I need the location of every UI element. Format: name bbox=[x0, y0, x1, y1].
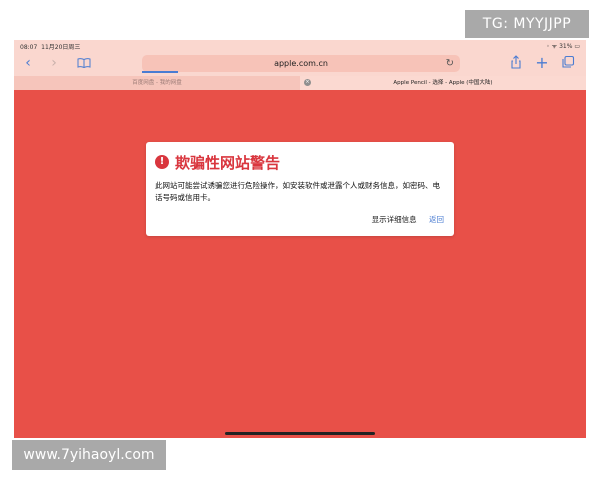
dialog-header: ! 欺骗性网站警告 bbox=[155, 152, 280, 172]
watermark-bottom: www.7yihaoyl.com bbox=[12, 440, 166, 470]
tab-bar: 百度网盘 - 我的网盘 Apple Pencil - 选择 - Apple (中… bbox=[14, 76, 586, 90]
battery-level: 31% bbox=[559, 43, 573, 50]
back-button[interactable]: 返回 bbox=[429, 215, 444, 224]
tabs-icon[interactable] bbox=[560, 55, 576, 71]
battery-icon: ▭ bbox=[574, 43, 580, 50]
url-text: apple.com.cn bbox=[274, 59, 328, 68]
status-bar: 08:07 11月20日周三 ◦ ᯤ 31% ▭ bbox=[14, 40, 586, 52]
tab-apple-pencil[interactable]: Apple Pencil - 选择 - Apple (中国大陆) bbox=[300, 76, 586, 90]
status-time: 08:07 11月20日周三 bbox=[20, 44, 81, 51]
chevron-right-icon[interactable]: › bbox=[46, 55, 62, 71]
tab-baidu-pan[interactable]: 百度网盘 - 我的网盘 bbox=[14, 76, 300, 90]
browser-toolbar: ‹ › apple.com.cn ↻ + bbox=[14, 52, 586, 76]
show-details-button[interactable]: 显示详细信息 bbox=[372, 215, 417, 224]
home-indicator[interactable] bbox=[225, 432, 375, 435]
reload-icon[interactable]: ↻ bbox=[446, 55, 454, 72]
page-load-progress bbox=[142, 71, 178, 73]
warning-icon: ! bbox=[155, 155, 169, 169]
address-bar[interactable]: apple.com.cn ↻ bbox=[142, 55, 460, 72]
tab-label: 百度网盘 - 我的网盘 bbox=[132, 80, 182, 86]
close-icon[interactable]: × bbox=[304, 79, 311, 86]
wifi-icon: ◦ ᯤ bbox=[546, 43, 558, 50]
dialog-message: 此网站可能尝试诱骗您进行危险操作，如安装软件或泄露个人或财务信息，如密码、电话号… bbox=[155, 181, 440, 202]
plus-icon[interactable]: + bbox=[534, 55, 550, 71]
dialog-title: 欺骗性网站警告 bbox=[175, 153, 281, 172]
book-icon[interactable] bbox=[76, 55, 92, 71]
deceptive-site-warning-dialog: ! 欺骗性网站警告 此网站可能尝试诱骗您进行危险操作，如安装软件或泄露个人或财务… bbox=[146, 142, 454, 236]
share-icon[interactable] bbox=[508, 55, 524, 71]
dialog-actions: 显示详细信息 返回 bbox=[372, 214, 444, 225]
browser-window: 08:07 11月20日周三 ◦ ᯤ 31% ▭ ‹ › apple.com.c… bbox=[14, 40, 586, 438]
watermark-top: TG: MYYJJPP bbox=[465, 10, 589, 38]
status-indicators: ◦ ᯤ 31% ▭ bbox=[546, 42, 580, 50]
chevron-left-icon[interactable]: ‹ bbox=[20, 55, 36, 71]
tab-label: Apple Pencil - 选择 - Apple (中国大陆) bbox=[393, 80, 493, 86]
